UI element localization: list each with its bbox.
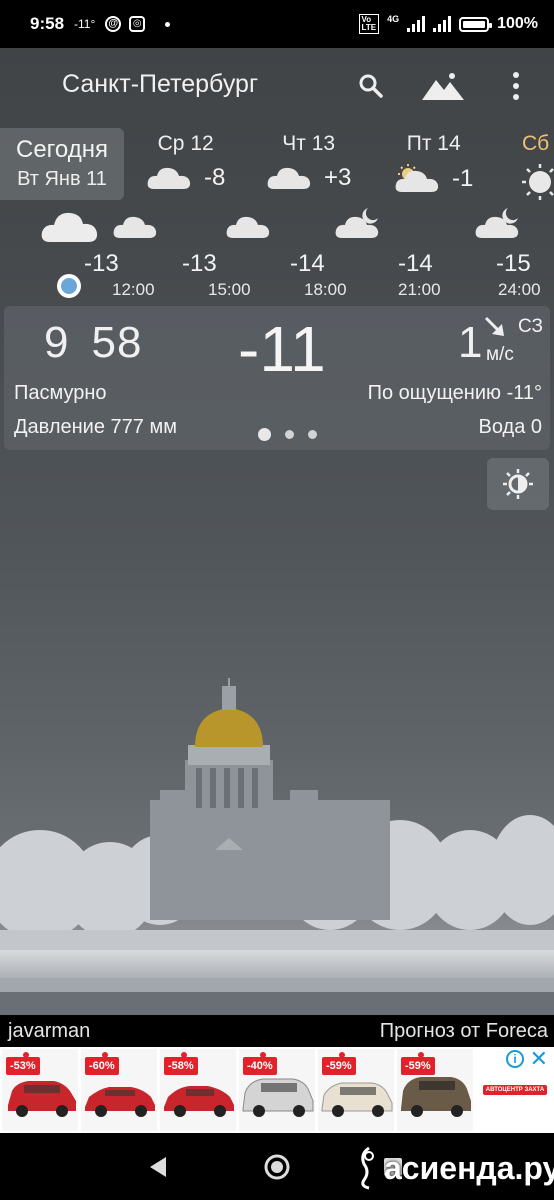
signal-icon — [407, 16, 426, 32]
day-name: Сб — [522, 132, 550, 155]
forecast-provider[interactable]: Прогноз от Foreca — [380, 1020, 548, 1043]
more-menu-icon[interactable] — [510, 68, 522, 104]
condition-text: Пасмурно — [14, 382, 107, 404]
ad-car[interactable]: -59% — [318, 1049, 394, 1131]
sun-moon-button[interactable] — [487, 458, 549, 510]
current-time-marker — [57, 274, 81, 298]
ad-car[interactable]: -60% — [81, 1049, 157, 1131]
today-date: Вт Янв 11 — [17, 168, 107, 190]
page-indicator[interactable] — [258, 428, 317, 441]
instagram-icon: ◎ — [129, 16, 146, 32]
sun-icon — [522, 164, 554, 200]
day-item[interactable]: Пт 14 -1 — [394, 132, 473, 194]
cloud-icon — [267, 167, 311, 189]
current-time-minute: 58 — [91, 318, 143, 367]
ad-car[interactable]: -53% — [2, 1049, 78, 1131]
cloud-icon — [113, 216, 157, 238]
wind-speed: 1 — [458, 318, 483, 367]
ad-discount-badge: -53% — [6, 1052, 40, 1075]
day-item[interactable]: Чт 13 +3 — [266, 132, 351, 192]
hourly-temp: -14 — [398, 250, 433, 277]
ad-brand-text: АВТОЦЕНТР ЗАХТА — [482, 1085, 548, 1095]
status-time: 9:58 — [30, 14, 65, 33]
city-title[interactable]: Санкт-Петербург — [62, 70, 258, 99]
battery-icon — [459, 16, 493, 32]
watermark-text: асиенда.ру — [384, 1149, 554, 1186]
app-header: Санкт-Петербург — [0, 48, 554, 126]
sun-moon-icon — [503, 469, 533, 499]
hourly-time: 15:00 — [208, 280, 251, 299]
page-dot — [308, 430, 317, 439]
home-icon[interactable] — [263, 1153, 291, 1181]
hourly-time: 18:00 — [304, 280, 347, 299]
battery-percent: 100% — [497, 15, 538, 32]
ad-discount-badge: -60% — [85, 1052, 119, 1075]
hourly-time: 24:00 — [498, 280, 541, 299]
page-dot-active — [258, 428, 271, 441]
feels-like: По ощущению -11° — [367, 382, 542, 404]
daily-forecast: Сегодня Вт Янв 11 Ср 12 -8 Чт 13 +3 Пт 1… — [0, 126, 554, 200]
cloudy-night-icon — [475, 208, 519, 238]
current-temp: -11 — [238, 313, 326, 385]
day-name: Чт 13 — [282, 132, 336, 155]
network-type: 4G — [387, 14, 400, 24]
ad-car[interactable]: -40% — [239, 1049, 315, 1131]
watermark: асиенда.ру — [356, 1146, 554, 1190]
hourly-temp: -13 — [84, 250, 119, 277]
day-temp: -8 — [204, 164, 226, 191]
cloudy-night-icon — [335, 208, 379, 238]
ad-info-icon[interactable]: i — [506, 1050, 524, 1068]
at-icon: @ — [105, 16, 122, 32]
landscape-icon[interactable] — [422, 68, 464, 104]
hourly-temp: -14 — [290, 250, 325, 277]
photo-author[interactable]: javarman — [8, 1020, 90, 1043]
day-temp: +3 — [324, 164, 352, 191]
current-time-hour: 9 — [44, 318, 70, 367]
day-name: Ср 12 — [157, 132, 214, 155]
cloud-icon — [226, 216, 270, 238]
city-background-image — [0, 678, 554, 1015]
ad-car[interactable]: -58% — [160, 1049, 236, 1131]
wind-direction: СЗ — [518, 316, 543, 337]
partly-cloudy-icon — [395, 164, 439, 192]
day-item[interactable]: Сб — [522, 132, 554, 200]
status-bar: 9:58 -11° @ ◎ Vo LTE 4G 100% — [0, 0, 554, 48]
credit-bar: javarman Прогноз от Foreca — [0, 1015, 554, 1047]
hourly-temp: -15 — [496, 250, 531, 277]
status-temp: -11° — [74, 17, 96, 31]
wind-unit: м/с — [486, 344, 514, 365]
hourly-temp: -13 — [182, 250, 217, 277]
day-temp: -1 — [452, 165, 474, 192]
hourly-forecast[interactable]: -13 -13 -14 -14 -15 12:00 15:00 18:00 21… — [0, 204, 554, 300]
ad-discount-badge: -40% — [243, 1052, 277, 1075]
cloud-icon — [147, 167, 191, 189]
ad-close-icon[interactable]: ✕ — [530, 1046, 548, 1072]
page-dot — [285, 430, 294, 439]
watermark-logo-icon — [361, 1146, 374, 1190]
today-label: Сегодня — [16, 136, 108, 163]
current-time: 9 58 — [44, 318, 142, 368]
ad-discount-badge: -59% — [401, 1052, 435, 1075]
day-item[interactable]: Ср 12 -8 — [146, 132, 225, 192]
day-name: Пт 14 — [406, 132, 461, 155]
water-temp: Вода 0 — [478, 416, 543, 438]
day-today[interactable]: Сегодня Вт Янв 11 — [0, 128, 124, 200]
hourly-time: 21:00 — [398, 280, 441, 299]
hourly-time: 12:00 — [112, 280, 155, 299]
pressure: Давление 777 мм — [14, 416, 177, 438]
ad-discount-badge: -59% — [322, 1052, 356, 1075]
current-conditions-panel[interactable]: 9 58 -11 1 СЗ м/с Пасмурно По ощущению -1… — [4, 306, 550, 450]
wind-direction-arrow-icon — [484, 316, 504, 336]
ad-car[interactable]: -59% — [397, 1049, 473, 1131]
notification-dot-icon — [165, 21, 171, 27]
signal-icon-2 — [433, 16, 452, 32]
search-icon[interactable] — [358, 68, 384, 104]
cloud-icon — [41, 212, 98, 242]
ad-discount-badge: -58% — [164, 1052, 198, 1075]
volte-icon: Vo LTE — [358, 14, 380, 34]
ad-banner[interactable]: -53% -60% -58% -40% -59% -59% АВТОЦЕНТР … — [0, 1047, 554, 1133]
back-icon[interactable] — [150, 1157, 168, 1177]
